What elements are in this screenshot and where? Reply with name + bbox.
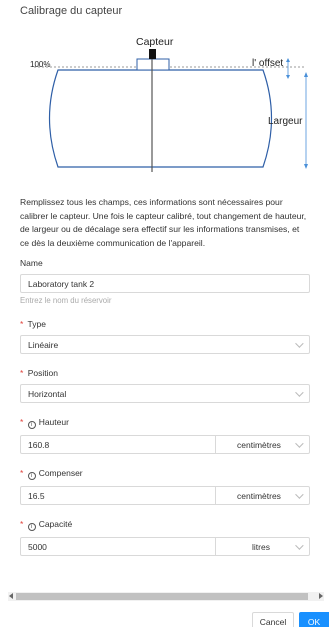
capacity-unit-select[interactable]: litres	[216, 538, 309, 555]
chevron-down-icon	[295, 338, 304, 348]
height-input[interactable]: 160.8	[21, 436, 216, 453]
type-label: * Type	[20, 319, 46, 329]
position-label: * Position	[20, 368, 58, 378]
scroll-right-icon[interactable]	[319, 593, 323, 599]
height-input-group: 160.8 centimètres	[20, 435, 310, 454]
scrollbar-thumb[interactable]	[16, 593, 308, 600]
ok-button[interactable]: OK	[299, 612, 329, 627]
info-icon[interactable]: i	[27, 421, 36, 429]
capacity-label: * i Capacité	[20, 519, 73, 531]
chevron-down-icon	[295, 438, 304, 448]
calibration-form: Name Laboratory tank 2 Entrez le nom du …	[8, 258, 320, 556]
name-label: Name	[20, 258, 43, 268]
type-value: Linéaire	[28, 339, 59, 350]
capacity-input-group: 5000 litres	[20, 537, 310, 556]
offset-label: l' offset	[252, 58, 284, 69]
width-label: Largeur	[268, 116, 303, 127]
required-marker: *	[20, 519, 24, 529]
chevron-down-icon	[295, 387, 304, 397]
offset-input-group: 16.5 centimètres	[20, 486, 310, 505]
info-icon[interactable]: i	[27, 472, 36, 480]
position-select[interactable]: Horizontal	[20, 384, 310, 403]
info-icon[interactable]: i	[27, 523, 36, 531]
cancel-button[interactable]: Cancel	[252, 612, 294, 627]
capacity-input[interactable]: 5000	[21, 538, 216, 555]
dialog-footer: Cancel OK	[0, 604, 329, 627]
chevron-down-icon	[295, 489, 304, 499]
name-input[interactable]: Laboratory tank 2	[20, 274, 310, 293]
chevron-down-icon	[295, 540, 304, 550]
name-hint: Entrez le nom du réservoir	[20, 296, 112, 305]
calibration-dialog: Calibrage du capteur Capteur 100% l' off…	[0, 0, 329, 627]
type-select[interactable]: Linéaire	[20, 335, 310, 354]
horizontal-scrollbar[interactable]	[8, 592, 324, 601]
scroll-left-icon[interactable]	[9, 593, 13, 599]
offset-input[interactable]: 16.5	[21, 487, 216, 504]
required-marker: *	[20, 368, 24, 378]
required-marker: *	[20, 319, 24, 329]
tank-diagram: Capteur 100% l' offset Largeur	[8, 22, 320, 192]
height-unit-select[interactable]: centimètres	[216, 436, 309, 453]
required-marker: *	[20, 417, 24, 427]
dialog-body[interactable]: Capteur 100% l' offset Largeur Remplisse…	[8, 22, 329, 590]
dialog-title: Calibrage du capteur	[20, 5, 123, 17]
required-marker: *	[20, 468, 24, 478]
name-value: Laboratory tank 2	[28, 278, 95, 289]
offset-unit-select[interactable]: centimètres	[216, 487, 309, 504]
calibration-description: Remplissez tous les champs, ces informat…	[20, 197, 307, 248]
sensor-label: Capteur	[136, 36, 174, 48]
percent-label: 100%	[30, 60, 51, 69]
offset-field-label: * i Compenser	[20, 468, 83, 480]
height-label: * i Hauteur	[20, 417, 69, 429]
position-value: Horizontal	[28, 388, 67, 399]
